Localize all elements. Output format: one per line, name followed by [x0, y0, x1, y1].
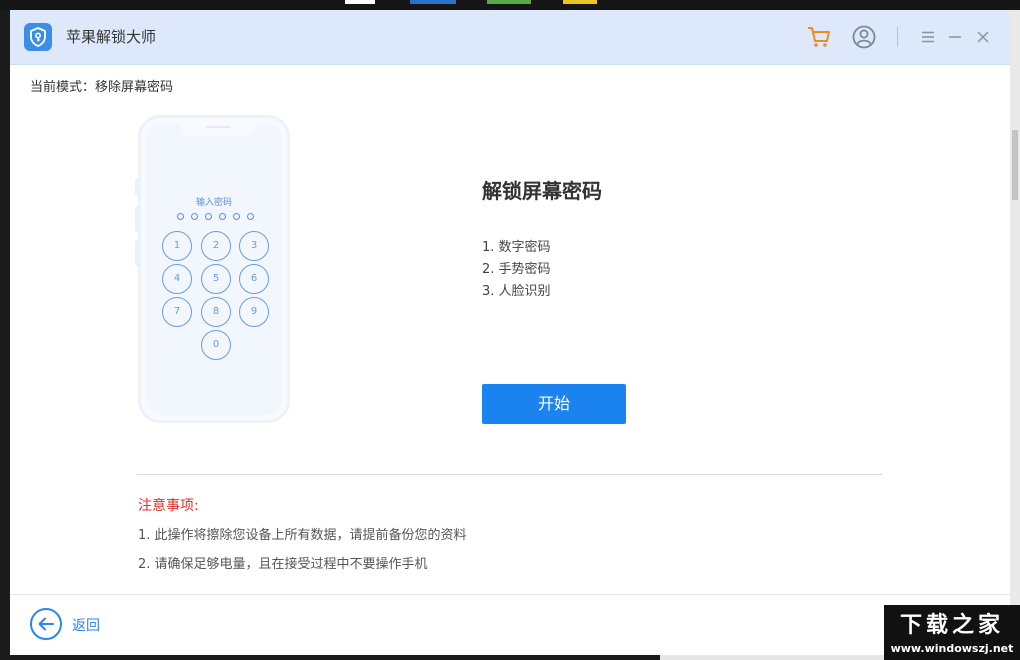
phone-screen: 输入密码 1 2 3 4 5 6 7 8 9 0	[146, 122, 282, 415]
app-title: 苹果解锁大师	[66, 28, 157, 46]
notes-title: 注意事项:	[138, 498, 199, 514]
keypad-key: 7	[162, 297, 192, 327]
feature-item: 1. 数字密码	[482, 240, 551, 255]
footer-separator	[10, 594, 1010, 595]
phone-side-button	[135, 206, 138, 232]
back-label[interactable]: 返回	[72, 615, 100, 635]
desktop-blip	[487, 0, 531, 4]
arrow-left-icon	[38, 617, 54, 631]
phone-notch	[180, 122, 256, 136]
passcode-dot	[233, 213, 240, 220]
shield-key-icon	[30, 27, 46, 47]
watermark-logo: 下载之家 www.windowszj.net	[884, 605, 1020, 660]
start-button[interactable]: 开始	[482, 384, 626, 424]
app-logo	[24, 23, 52, 51]
cart-icon	[808, 27, 830, 47]
user-icon	[852, 25, 876, 49]
account-button[interactable]	[851, 24, 877, 50]
keypad-key: 4	[162, 264, 192, 294]
desktop-taskbar-strip	[0, 0, 1020, 10]
divider	[137, 474, 882, 475]
passcode-dot	[191, 213, 198, 220]
background-scrollbar	[1012, 130, 1018, 200]
passcode-dot	[177, 213, 184, 220]
keypad-key: 2	[201, 231, 231, 261]
watermark-url: www.windowszj.net	[890, 642, 1014, 655]
close-icon	[977, 31, 989, 43]
cart-button[interactable]	[806, 24, 832, 50]
menu-button[interactable]	[915, 24, 941, 50]
keypad-key: 0	[201, 330, 231, 360]
watermark-main-text: 下载之家	[899, 612, 1004, 638]
passcode-dot	[219, 213, 226, 220]
close-button[interactable]	[970, 24, 996, 50]
keypad-key: 5	[201, 264, 231, 294]
background-window	[1010, 10, 1020, 660]
phone-speaker	[206, 126, 230, 128]
minimize-icon	[949, 36, 961, 38]
keypad-key: 6	[239, 264, 269, 294]
keypad-key: 8	[201, 297, 231, 327]
title-bar-separator	[897, 27, 898, 47]
note-item: 1. 此操作将擦除您设备上所有数据，请提前备份您的资料	[138, 528, 467, 543]
feature-item: 3. 人脸识别	[482, 284, 551, 299]
current-mode-label: 当前模式：移除屏幕密码	[30, 80, 174, 95]
app-window: 苹果解锁大师 当前模式：移除屏幕密码 输入密码 1 2 3 4 5 6 7 8 …	[10, 10, 1010, 655]
phone-illustration: 输入密码 1 2 3 4 5 6 7 8 9 0	[135, 115, 290, 423]
passcode-dot	[205, 213, 212, 220]
menu-icon	[922, 31, 934, 43]
keypad-key: 3	[239, 231, 269, 261]
back-button[interactable]	[30, 608, 62, 640]
desktop-blip	[410, 0, 456, 4]
passcode-prompt: 输入密码	[195, 198, 232, 208]
feature-item: 2. 手势密码	[482, 262, 551, 277]
title-bar: 苹果解锁大师	[10, 10, 1010, 65]
phone-side-button	[135, 178, 138, 196]
phone-side-button	[135, 240, 138, 266]
note-item: 2. 请确保足够电量，且在接受过程中不要操作手机	[138, 557, 428, 572]
page-title: 解锁屏幕密码	[482, 179, 602, 203]
keypad-key: 1	[162, 231, 192, 261]
keypad-key: 9	[239, 297, 269, 327]
minimize-button[interactable]	[942, 24, 968, 50]
desktop-blip	[345, 0, 375, 4]
passcode-dot	[247, 213, 254, 220]
desktop-blip	[563, 0, 597, 4]
